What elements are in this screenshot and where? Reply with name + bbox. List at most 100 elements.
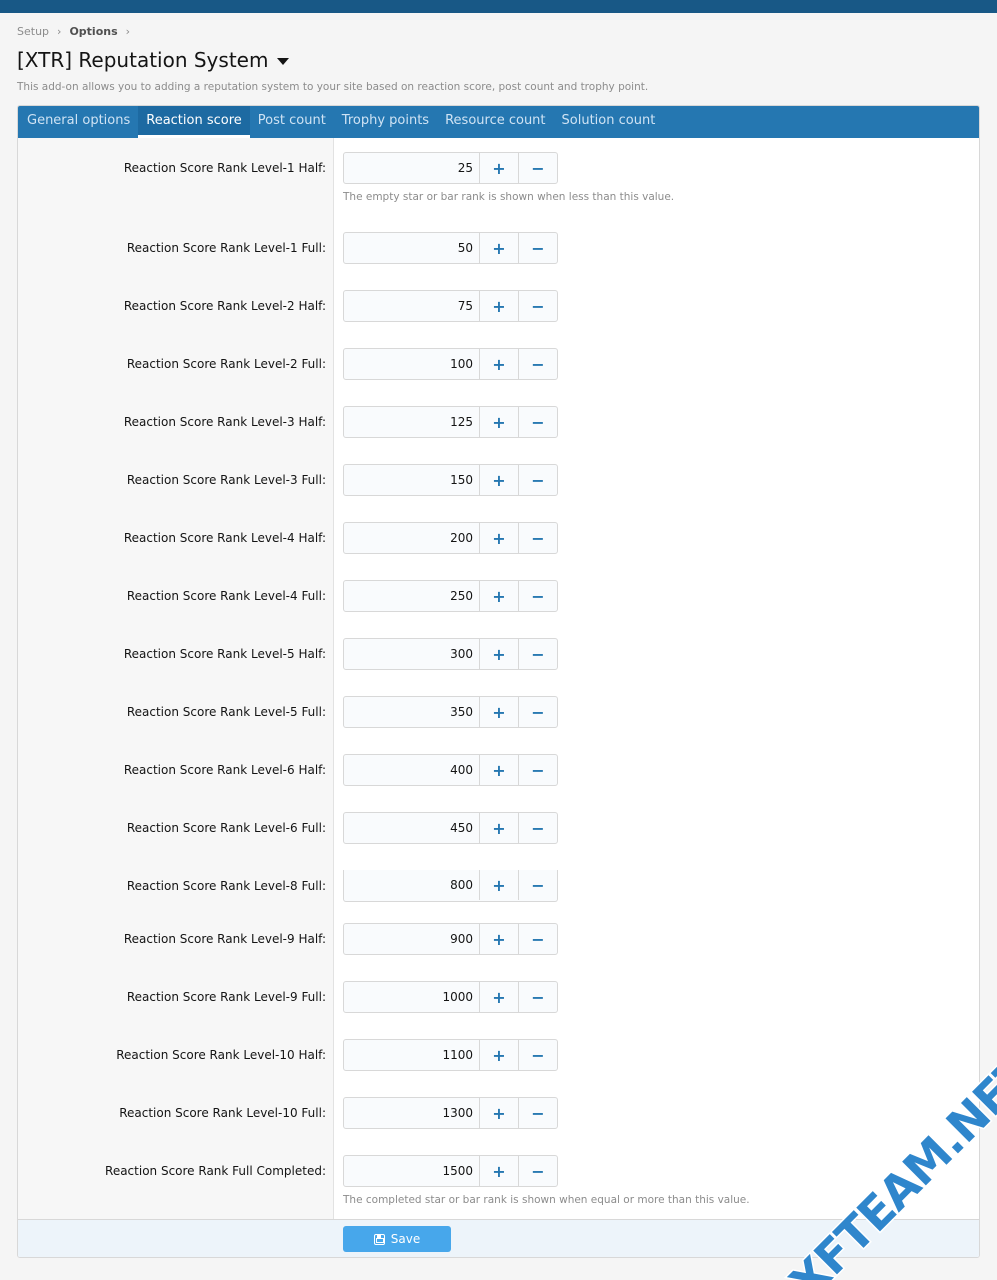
- option-row: Reaction Score Rank Level-3 Full: +−: [18, 464, 979, 496]
- tab-solution-count[interactable]: Solution count: [554, 106, 664, 138]
- option-row: Reaction Score Rank Level-6 Full: +−: [18, 812, 979, 844]
- option-label: Reaction Score Rank Level-9 Half:: [123, 932, 326, 946]
- option-row: Reaction Score Rank Level-5 Half: +−: [18, 638, 979, 670]
- number-stepper: +−: [343, 754, 558, 786]
- number-input[interactable]: [344, 1098, 479, 1128]
- plus-icon[interactable]: +: [479, 581, 518, 611]
- plus-icon[interactable]: +: [479, 465, 518, 495]
- breadcrumb-options[interactable]: Options: [69, 25, 117, 38]
- number-input[interactable]: [344, 870, 479, 900]
- minus-icon[interactable]: −: [518, 639, 557, 669]
- plus-icon[interactable]: +: [479, 523, 518, 553]
- plus-icon[interactable]: +: [479, 813, 518, 843]
- breadcrumb-setup[interactable]: Setup: [17, 25, 49, 38]
- minus-icon[interactable]: −: [518, 291, 557, 321]
- option-label: Reaction Score Rank Level-6 Full:: [126, 821, 326, 835]
- number-input[interactable]: [344, 581, 479, 611]
- option-row: Reaction Score Rank Level-1 Half: +− The e…: [18, 152, 979, 203]
- plus-icon[interactable]: +: [479, 870, 518, 900]
- number-input[interactable]: [344, 407, 479, 437]
- plus-icon[interactable]: +: [479, 1040, 518, 1070]
- plus-icon[interactable]: +: [479, 153, 518, 183]
- number-stepper: +−: [343, 638, 558, 670]
- tab-trophy-points[interactable]: Trophy points: [334, 106, 437, 138]
- plus-icon[interactable]: +: [479, 982, 518, 1012]
- plus-icon[interactable]: +: [479, 349, 518, 379]
- minus-icon[interactable]: −: [518, 1040, 557, 1070]
- number-input[interactable]: [344, 291, 479, 321]
- number-input[interactable]: [344, 755, 479, 785]
- minus-icon[interactable]: −: [518, 153, 557, 183]
- number-stepper: +−: [343, 1039, 558, 1071]
- options-panel: General options Reaction score Post coun…: [17, 105, 980, 1258]
- number-input[interactable]: [344, 233, 479, 263]
- page-title-menu[interactable]: [XTR] Reputation System: [17, 48, 290, 72]
- plus-icon[interactable]: +: [479, 697, 518, 727]
- number-stepper: +−: [343, 696, 558, 728]
- breadcrumb: Setup › Options ›: [17, 25, 138, 38]
- number-input[interactable]: [344, 153, 479, 183]
- minus-icon[interactable]: −: [518, 523, 557, 553]
- tab-resource-count[interactable]: Resource count: [437, 106, 553, 138]
- minus-icon[interactable]: −: [518, 407, 557, 437]
- number-input[interactable]: [344, 813, 479, 843]
- number-stepper: +−: [343, 812, 558, 844]
- number-input[interactable]: [344, 465, 479, 495]
- chevron-right-icon: ›: [57, 25, 62, 38]
- tab-general-options[interactable]: General options: [19, 106, 138, 138]
- minus-icon[interactable]: −: [518, 233, 557, 263]
- tab-bar: General options Reaction score Post coun…: [18, 106, 979, 138]
- number-input[interactable]: [344, 349, 479, 379]
- number-input[interactable]: [344, 697, 479, 727]
- minus-icon[interactable]: −: [518, 924, 557, 954]
- option-label: Reaction Score Rank Level-6 Half:: [123, 763, 326, 777]
- minus-icon[interactable]: −: [518, 1098, 557, 1128]
- option-row: Reaction Score Rank Level-9 Full: +−: [18, 981, 979, 1013]
- number-input[interactable]: [344, 1040, 479, 1070]
- minus-icon[interactable]: −: [518, 982, 557, 1012]
- option-label: Reaction Score Rank Level-3 Half:: [123, 415, 326, 429]
- tab-post-count[interactable]: Post count: [250, 106, 334, 138]
- option-row: Reaction Score Rank Level-2 Half: +−: [18, 290, 979, 322]
- number-stepper: +−: [343, 1155, 558, 1187]
- option-row: Reaction Score Rank Level-9 Half: +−: [18, 923, 979, 955]
- option-hint: The completed star or bar rank is shown …: [343, 1194, 750, 1206]
- number-input[interactable]: [344, 1156, 479, 1186]
- minus-icon[interactable]: −: [518, 349, 557, 379]
- page-description: This add-on allows you to adding a reput…: [17, 81, 649, 93]
- save-button[interactable]: Save: [343, 1226, 451, 1252]
- plus-icon[interactable]: +: [479, 407, 518, 437]
- minus-icon[interactable]: −: [518, 465, 557, 495]
- plus-icon[interactable]: +: [479, 291, 518, 321]
- number-input[interactable]: [344, 982, 479, 1012]
- option-label: Reaction Score Rank Level-9 Full:: [126, 990, 326, 1004]
- number-input[interactable]: [344, 523, 479, 553]
- plus-icon[interactable]: +: [479, 755, 518, 785]
- option-label: Reaction Score Rank Level-2 Full:: [126, 357, 326, 371]
- option-label: Reaction Score Rank Level-4 Full:: [126, 589, 326, 603]
- caret-down-icon[interactable]: [277, 57, 290, 65]
- option-label: Reaction Score Rank Full Completed:: [105, 1164, 326, 1178]
- plus-icon[interactable]: +: [479, 924, 518, 954]
- number-stepper: +−: [343, 290, 558, 322]
- plus-icon[interactable]: +: [479, 233, 518, 263]
- tab-reaction-score[interactable]: Reaction score: [138, 106, 250, 138]
- option-row: Reaction Score Rank Level-10 Full: +−: [18, 1097, 979, 1129]
- number-stepper: +−: [343, 1097, 558, 1129]
- plus-icon[interactable]: +: [479, 1098, 518, 1128]
- plus-icon[interactable]: +: [479, 639, 518, 669]
- minus-icon[interactable]: −: [518, 1156, 557, 1186]
- number-input[interactable]: [344, 924, 479, 954]
- minus-icon[interactable]: −: [518, 813, 557, 843]
- option-row: Reaction Score Rank Level-4 Half: +−: [18, 522, 979, 554]
- plus-icon[interactable]: +: [479, 1156, 518, 1186]
- minus-icon[interactable]: −: [518, 697, 557, 727]
- minus-icon[interactable]: −: [518, 870, 557, 900]
- option-row: Reaction Score Rank Level-1 Full: +−: [18, 232, 979, 264]
- minus-icon[interactable]: −: [518, 581, 557, 611]
- minus-icon[interactable]: −: [518, 755, 557, 785]
- option-row: Reaction Score Rank Level-4 Full: +−: [18, 580, 979, 612]
- number-input[interactable]: [344, 639, 479, 669]
- number-stepper: +−: [343, 464, 558, 496]
- option-label: Reaction Score Rank Level-4 Half:: [123, 531, 326, 545]
